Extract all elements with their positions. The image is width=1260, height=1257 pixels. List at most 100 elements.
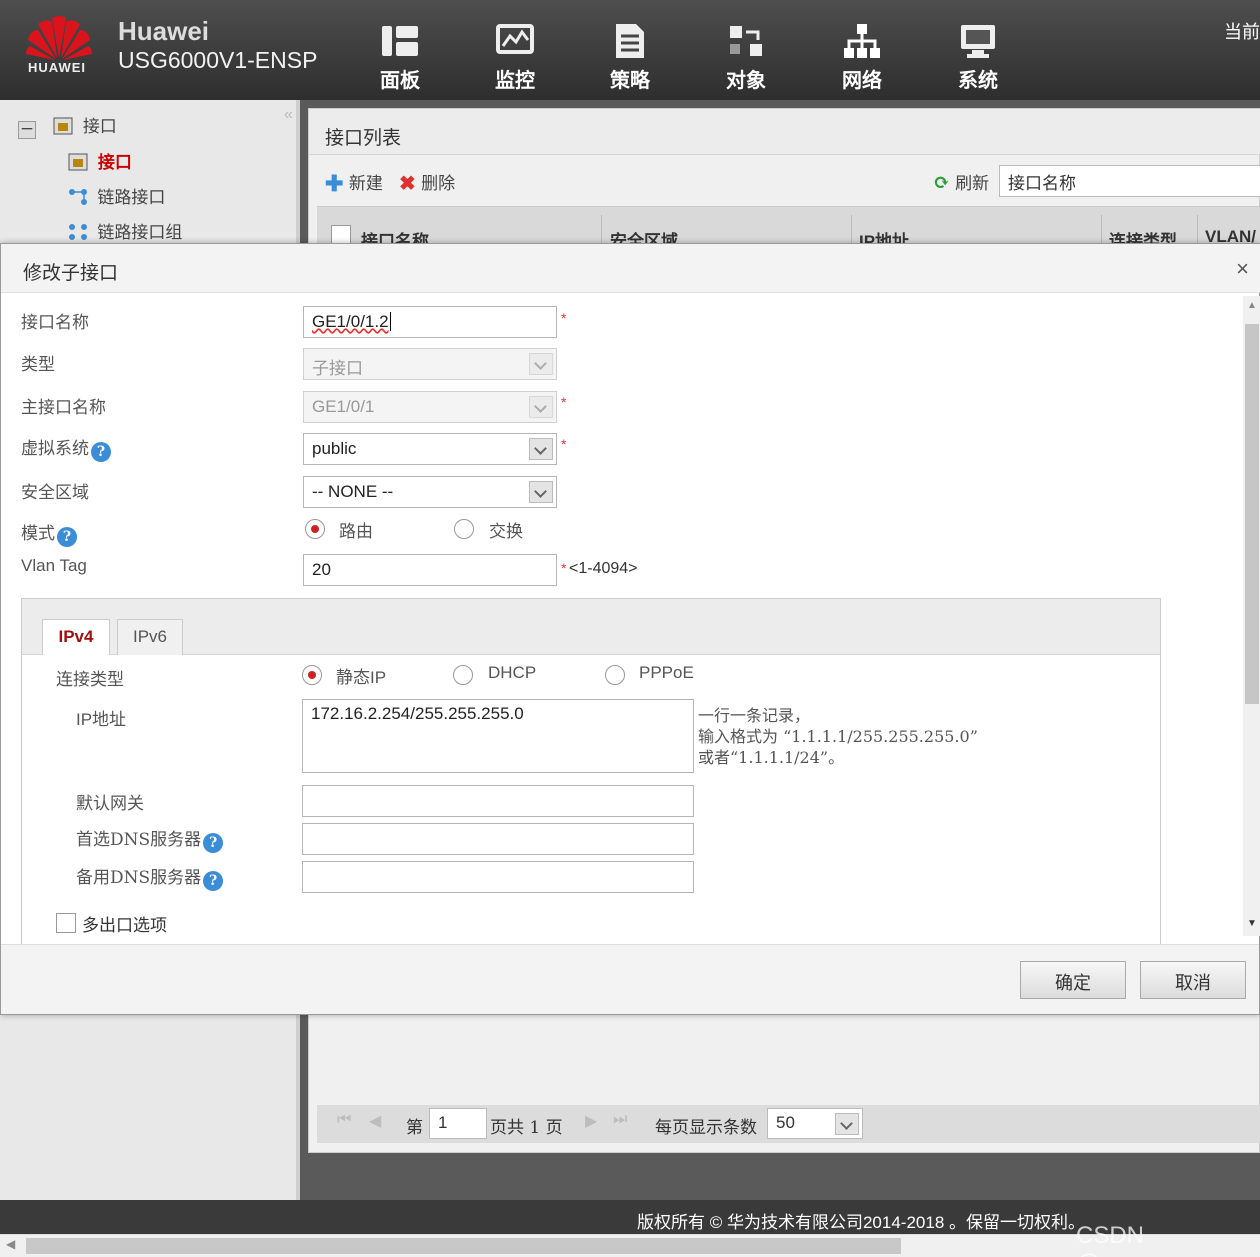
dashboard-icon: [382, 26, 418, 56]
secondary-dns-label-text: 备用DNS服务器: [76, 868, 202, 888]
help-icon[interactable]: ?: [91, 442, 111, 462]
nav-label: 策略: [610, 70, 650, 92]
ip-address-label: IP地址: [76, 710, 127, 729]
help-icon[interactable]: ?: [57, 527, 77, 547]
primary-dns-input[interactable]: [302, 823, 694, 855]
cancel-button[interactable]: 取消: [1140, 961, 1246, 999]
chevron-down-icon: [529, 396, 553, 418]
per-page-select[interactable]: 50: [767, 1108, 863, 1139]
sidebar-item-link-interface[interactable]: 链路接口: [68, 183, 165, 208]
ok-button[interactable]: 确定: [1020, 961, 1126, 999]
help-icon[interactable]: ?: [203, 871, 224, 891]
collapse-sidebar-icon[interactable]: «: [284, 106, 293, 124]
dialog-body: 接口名称 GE1/0/1.2 * 类型 子接口 主接口名称 GE1/0/1 * …: [7, 294, 1243, 944]
last-page-icon[interactable]: ⏭: [613, 1111, 627, 1129]
delete-icon: ✖: [399, 171, 416, 195]
page-number-input[interactable]: 1: [429, 1108, 487, 1139]
tree-root-interface[interactable]: − 接口: [18, 112, 117, 139]
scroll-down-icon[interactable]: ▼: [1247, 918, 1257, 929]
tab-strip: IPv4 IPv6: [22, 599, 1160, 655]
network-icon: [844, 24, 880, 58]
dhcp-radio[interactable]: [453, 665, 473, 685]
refresh-icon: ⟳: [933, 170, 950, 194]
nav-label: 网络: [842, 70, 882, 92]
chevron-down-icon[interactable]: [529, 438, 553, 460]
first-page-icon[interactable]: ⏮: [337, 1111, 351, 1129]
close-icon[interactable]: ×: [1236, 256, 1249, 282]
tab-ipv4[interactable]: IPv4: [42, 619, 110, 655]
pppoe-radio[interactable]: [605, 665, 625, 685]
security-zone-label: 安全区域: [21, 483, 89, 503]
delete-button[interactable]: ✖ 删除: [399, 169, 455, 195]
search-field-value: 接口名称: [1008, 174, 1076, 194]
mode-route-label[interactable]: 路由: [339, 517, 373, 542]
nav-dashboard[interactable]: 面板: [360, 22, 440, 93]
search-field-select[interactable]: 接口名称: [999, 165, 1260, 197]
column-divider: [1197, 215, 1198, 245]
chevron-down-icon: [529, 353, 553, 375]
interface-name-input[interactable]: GE1/0/1.2: [303, 306, 557, 338]
static-ip-label[interactable]: 静态IP: [336, 663, 386, 688]
static-ip-radio[interactable]: [302, 665, 322, 685]
page-prefix: 第: [406, 1118, 423, 1138]
security-zone-value: -- NONE --: [312, 482, 394, 501]
nav-system[interactable]: 系统: [938, 22, 1018, 93]
connection-type-label: 连接类型: [56, 670, 124, 690]
tab-ipv6[interactable]: IPv6: [117, 619, 183, 655]
nav-label: 系统: [958, 70, 998, 92]
brand-name: Huawei: [118, 16, 210, 46]
vlan-tag-input[interactable]: 20: [303, 554, 557, 586]
tree-label: 接口: [97, 153, 132, 173]
panel-title: 接口列表: [325, 127, 402, 149]
security-zone-select[interactable]: -- NONE --: [303, 476, 557, 508]
pppoe-label[interactable]: PPPoE: [639, 663, 694, 683]
multi-exit-checkbox[interactable]: [56, 913, 76, 933]
ip-config-panel: IPv4 IPv6 连接类型 静态IP DHCP PPPoE IP地址 172.…: [21, 598, 1161, 944]
refresh-button[interactable]: ⟳ 刷新: [933, 169, 989, 194]
default-gateway-input[interactable]: [302, 785, 694, 817]
plus-icon: ✚: [325, 171, 344, 197]
type-label: 类型: [21, 355, 55, 375]
vsys-select[interactable]: public: [303, 433, 557, 465]
select-all-checkbox[interactable]: [331, 225, 351, 245]
chevron-down-icon[interactable]: [529, 481, 553, 503]
new-button[interactable]: ✚ 新建: [325, 169, 383, 197]
type-value: 子接口: [312, 359, 363, 379]
required-mark: *: [561, 394, 567, 410]
current-user-label[interactable]: 当前: [1224, 18, 1260, 44]
scrollbar-thumb[interactable]: [1245, 324, 1259, 704]
primary-dns-label-text: 首选DNS服务器: [76, 830, 202, 850]
per-page-label: 每页显示条数: [655, 1118, 757, 1138]
interface-icon: [53, 117, 73, 135]
horizontal-scrollbar[interactable]: ◀: [0, 1234, 1260, 1257]
sidebar-item-link-interface-group[interactable]: 链路接口组: [68, 218, 182, 243]
help-icon[interactable]: ?: [203, 833, 224, 853]
nav-object[interactable]: 对象: [706, 22, 786, 93]
mode-label: 模式?: [21, 519, 77, 547]
scroll-up-icon[interactable]: ▲: [1247, 300, 1257, 311]
multi-exit-label[interactable]: 多出口选项: [82, 911, 167, 936]
minus-icon[interactable]: −: [18, 121, 36, 139]
nav-policy[interactable]: 策略: [590, 22, 670, 93]
nav-monitor[interactable]: 监控: [475, 22, 555, 93]
scrollbar-thumb[interactable]: [26, 1238, 901, 1254]
next-page-icon[interactable]: ▶: [585, 1111, 597, 1131]
mode-route-radio[interactable]: [305, 519, 325, 539]
secondary-dns-input[interactable]: [302, 861, 694, 893]
device-model: USG6000V1-ENSP: [118, 47, 318, 73]
pager: ⏮ ◀ 第 1 页共 1 页 ▶ ⏭ 每页显示条数 50: [317, 1105, 1260, 1143]
top-header: HUAWEI Huawei USG6000V1-ENSP 面板 监控 策略 对象…: [0, 0, 1260, 100]
vertical-scrollbar[interactable]: ▲ ▼: [1243, 296, 1260, 936]
vsys-label-text: 虚拟系统: [21, 439, 89, 459]
dhcp-label[interactable]: DHCP: [488, 663, 536, 683]
mode-switch-radio[interactable]: [454, 519, 474, 539]
prev-page-icon[interactable]: ◀: [369, 1111, 381, 1131]
nav-network[interactable]: 网络: [822, 22, 902, 93]
hint-line: 输入格式为 “1.1.1.1/255.255.255.0”: [698, 727, 978, 746]
ip-address-textarea[interactable]: 172.16.2.254/255.255.255.0: [302, 699, 694, 773]
tree-label: 接口: [82, 117, 117, 137]
scroll-left-icon[interactable]: ◀: [6, 1237, 15, 1251]
chevron-down-icon[interactable]: [835, 1113, 859, 1135]
mode-switch-label[interactable]: 交换: [489, 517, 523, 542]
sidebar-item-interface[interactable]: 接口: [68, 148, 132, 173]
